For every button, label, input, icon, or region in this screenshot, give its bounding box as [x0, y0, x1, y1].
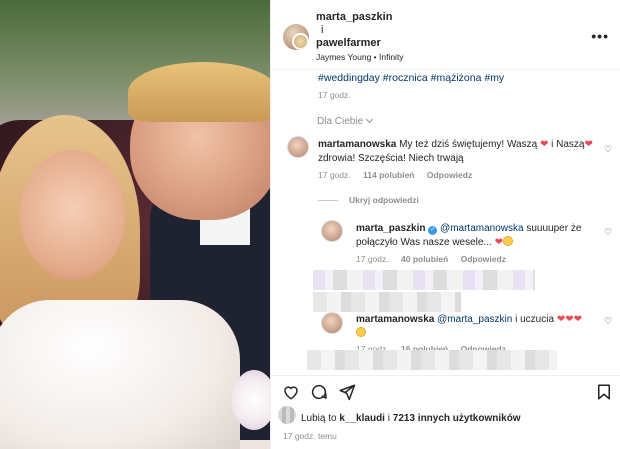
post-actions: Lubią to k__klaudi i 7213 innych użytkow… — [271, 375, 620, 449]
share-icon[interactable] — [338, 383, 356, 401]
more-horizontal-icon[interactable]: ••• — [591, 28, 609, 44]
likes-user[interactable]: k__klaudi — [339, 413, 385, 424]
likes-middle: i — [387, 413, 390, 424]
reply-username[interactable]: marta_paszkin — [356, 223, 425, 234]
blurred-content — [313, 270, 535, 290]
reply-username[interactable]: martamanowska — [356, 314, 434, 325]
reply-avatar[interactable] — [321, 312, 343, 334]
caption-hashtags[interactable]: #weddingday #rocznica #mążiżona #my — [318, 72, 504, 84]
bookmark-icon[interactable] — [595, 383, 613, 401]
hide-replies-button[interactable]: Ukryj odpowiedzi — [349, 195, 419, 205]
reply-mention[interactable]: @martamanowska — [440, 223, 524, 234]
comment-sort-dropdown[interactable]: Dla Ciebie — [317, 115, 374, 127]
blurred-content — [307, 350, 557, 370]
caption-time: 17 godz. — [318, 90, 351, 100]
like-reply-heart-icon[interactable]: ♡ — [604, 316, 614, 326]
author-avatar[interactable] — [283, 24, 309, 50]
reply-text: suuuuper że — [526, 223, 582, 234]
heart-emoji-icon: ❤❤❤ — [556, 314, 582, 325]
photo-bride-dress — [0, 300, 240, 449]
reply-avatar[interactable] — [321, 220, 343, 242]
instagram-post: marta_paszkin i pawelfarmer Jaymes Young… — [0, 0, 620, 449]
reply-time: 17 godz. — [356, 254, 389, 264]
comment-text-3: zdrowia! Szczęścia! Niech trwają — [318, 153, 464, 164]
post-side-panel: marta_paszkin i pawelfarmer Jaymes Young… — [270, 0, 620, 449]
likes-count[interactable]: 7213 innych użytkowników — [393, 413, 521, 424]
author-connector: i — [321, 24, 324, 36]
reply-text: i uczucia — [515, 314, 555, 325]
heart-emoji-icon: ❤ — [539, 139, 549, 150]
like-reply-heart-icon[interactable]: ♡ — [604, 227, 614, 237]
reply-body: marta_paszkin ✓ @martamanowska suuuuper … — [356, 222, 591, 250]
reply-button[interactable]: Odpowiedz — [427, 170, 472, 180]
photo-flower — [232, 370, 270, 430]
blurred-content — [313, 292, 461, 312]
post-time: 17 godz. temu — [283, 431, 337, 441]
coauthor-avatar[interactable] — [292, 33, 309, 50]
reply-text-2: połączyło Was nasze wesele... — [356, 237, 492, 248]
reply-meta: 17 godz. 40 polubień Odpowiedz — [356, 254, 516, 264]
likes-summary[interactable]: Lubią to k__klaudi i 7213 innych użytkow… — [301, 413, 521, 424]
comment-text-2: i Naszą — [551, 139, 585, 150]
comment-time: 17 godz. — [318, 170, 351, 180]
comment-likes[interactable]: 114 polubień — [363, 170, 415, 180]
reply-body: martamanowska @marta_paszkin i uczucia ❤… — [356, 313, 591, 341]
post-photo[interactable] — [0, 0, 270, 449]
comments-scroll[interactable]: #weddingday #rocznica #mążiżona #my 17 g… — [271, 70, 620, 375]
heart-emoji-icon: ❤ — [584, 139, 593, 150]
verified-badge-icon: ✓ — [428, 226, 438, 235]
heart-icon[interactable] — [282, 383, 300, 401]
comment-meta: 17 godz. 114 polubień Odpowiedz — [318, 170, 482, 180]
photo-groom-hair — [128, 62, 270, 122]
photo-bride-face — [20, 150, 125, 280]
author-username[interactable]: marta_paszkin — [316, 11, 392, 23]
chevron-down-icon — [366, 115, 374, 124]
like-comment-heart-icon[interactable]: ♡ — [604, 144, 614, 154]
coauthor-username[interactable]: pawelfarmer — [316, 37, 381, 49]
comment-text: My też dziś świętujemy! Waszą — [399, 139, 538, 150]
comment-body: martamanowska My też dziś świętujemy! Wa… — [318, 138, 593, 166]
heart-emoji-icon: ❤ — [494, 237, 503, 248]
reply-mention[interactable]: @marta_paszkin — [437, 314, 512, 325]
comment-username[interactable]: martamanowska — [318, 139, 396, 150]
reply-likes[interactable]: 40 polubień — [401, 254, 448, 264]
sort-label: Dla Ciebie — [317, 116, 364, 127]
audio-attribution[interactable]: Jaymes Young • Infinity — [316, 52, 404, 62]
smiling-face-emoji-icon — [356, 327, 366, 337]
smiling-face-emoji-icon — [502, 236, 513, 246]
comment-icon[interactable] — [310, 383, 328, 401]
post-header: marta_paszkin i pawelfarmer Jaymes Young… — [271, 0, 620, 70]
reply-button[interactable]: Odpowiedz — [461, 254, 506, 264]
replies-divider — [318, 200, 338, 201]
commenter-avatar[interactable] — [287, 136, 309, 158]
liker-avatar[interactable] — [278, 406, 296, 424]
likes-prefix: Lubią to — [301, 413, 337, 424]
